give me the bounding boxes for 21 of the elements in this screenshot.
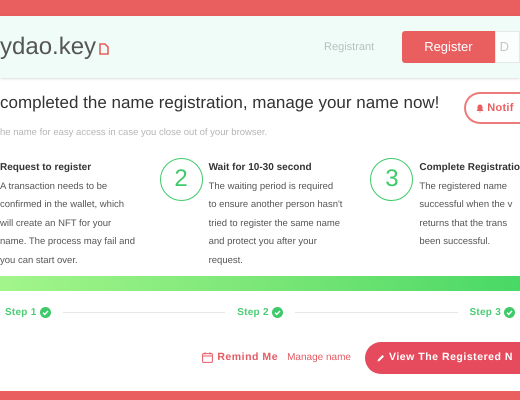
- calendar-icon: [202, 352, 214, 364]
- page-title: completed the name registration, manage your name now!: [0, 92, 440, 114]
- notify-button[interactable]: Notif: [464, 92, 520, 124]
- document-icon: [99, 43, 110, 55]
- pencil-icon: [377, 354, 385, 362]
- manage-name-link[interactable]: Manage name: [287, 350, 351, 366]
- step-description: The registered name successful when the v returns that the trans been successful.: [419, 180, 514, 250]
- nav-tab[interactable]: Register: [402, 31, 495, 63]
- step-description: The waiting period is required to ensure another person hasn't tried to register the same name and protect you after your request.: [208, 180, 342, 268]
- site-logo[interactable]: ydao.key: [0, 29, 96, 65]
- page-subtitle: he name for easy access in case you close out of your browser.: [0, 126, 268, 140]
- step-title: Request to register: [0, 160, 92, 175]
- step-title: Wait for 10-30 second: [208, 160, 313, 175]
- step-label: Step 1: [5, 306, 37, 320]
- bell-icon: [476, 104, 484, 112]
- step-label: Step 2: [237, 306, 269, 320]
- step-description: A transaction needs to be confirmed in the wallet, which will create an NFT for your name. The process may fail and you can start over.: [0, 180, 136, 268]
- view-registered-button[interactable]: View The Registered N: [365, 342, 520, 374]
- step-title: Complete Registratio: [419, 160, 520, 175]
- remind-me-button[interactable]: Remind Me: [202, 350, 278, 366]
- step-label: Step 3: [470, 306, 502, 320]
